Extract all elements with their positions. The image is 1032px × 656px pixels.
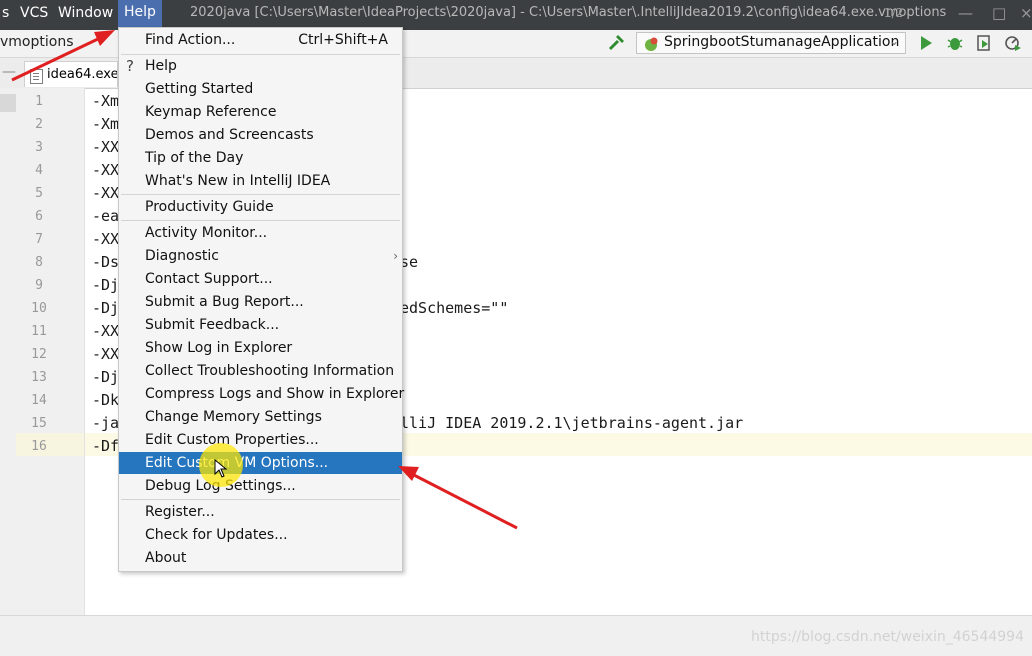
arrow-to-edit-vm-options-icon (398, 466, 518, 530)
annotation-arrows (11, 30, 518, 530)
arrow-to-help-menu-icon (11, 30, 115, 82)
